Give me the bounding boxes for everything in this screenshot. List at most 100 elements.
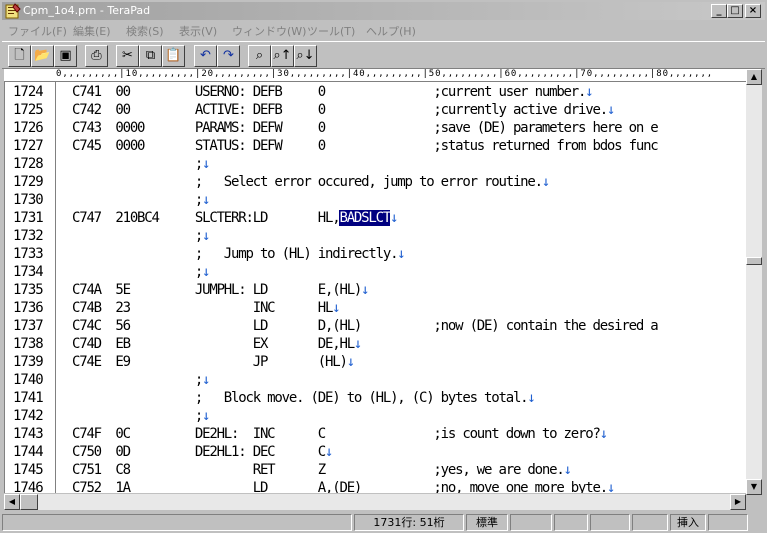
redo-button[interactable]: ↷ bbox=[217, 45, 240, 67]
menu-view[interactable]: 表示(V) bbox=[179, 23, 217, 39]
status-cell-empty-1 bbox=[510, 514, 552, 531]
find-next-button[interactable]: ⌕↓ bbox=[294, 45, 317, 67]
line-number: 1741 bbox=[13, 390, 44, 406]
code-line[interactable]: ; Select error occured, jump to error ro… bbox=[72, 173, 550, 191]
code-line[interactable]: ;↓ bbox=[72, 263, 211, 281]
line-break-icon: ↓ bbox=[202, 372, 210, 388]
print-icon: ⎙ bbox=[91, 48, 102, 63]
vertical-scrollbar[interactable]: ▲ ▼ bbox=[746, 69, 762, 495]
title-bar[interactable]: Cpm_1o4.prn - TeraPad _ □ × bbox=[2, 2, 765, 20]
column-ruler: 0,,,,,,,,,|10,,,,,,,,,|20,,,,,,,,,|30,,,… bbox=[4, 69, 748, 82]
menu-edit[interactable]: 編集(E) bbox=[73, 23, 111, 39]
print-button[interactable]: ⎙ bbox=[85, 45, 108, 67]
status-cell-empty-4 bbox=[632, 514, 668, 531]
menu-search[interactable]: 検索(S) bbox=[126, 23, 164, 39]
selected-text[interactable]: BADSLCT bbox=[339, 210, 391, 226]
code-line[interactable]: C742 00 ACTIVE: DEFB 0 ;currently active… bbox=[72, 101, 615, 119]
menu-bar: ファイル(F) 編集(E) 検索(S) 表示(V) ウィンドウ(W) ツール(T… bbox=[2, 21, 765, 39]
line-number-gutter: 1724 1725 1726 1727 1728 1729 1730 1731 1732 1733… bbox=[5, 82, 56, 493]
code-line[interactable]: C74F 0C DE2HL: INC C ;is count down to z… bbox=[72, 425, 608, 443]
text-editor[interactable]: 1724 1725 1726 1727 1728 1729 1730 1731 1732 1733… bbox=[4, 82, 746, 493]
code-line[interactable]: C741 00 USERNO: DEFB 0 ;current user num… bbox=[72, 83, 594, 101]
minimize-button[interactable]: _ bbox=[711, 4, 727, 18]
save-icon: ▣ bbox=[59, 48, 72, 63]
cut-icon: ✂ bbox=[122, 48, 133, 63]
code-line-text: C747 210BC4 SLCTERR:LD HL, bbox=[72, 210, 341, 226]
new-file-button[interactable]: 🗋 bbox=[8, 45, 31, 67]
horizontal-scrollbar[interactable]: ◀ ▶ bbox=[4, 494, 746, 510]
copy-icon: ⧉ bbox=[145, 48, 156, 63]
code-line-text: ; Select error occured, jump to error ro… bbox=[72, 174, 543, 190]
line-break-icon: ↓ bbox=[599, 426, 608, 442]
line-number: 1738 bbox=[13, 336, 44, 352]
status-cell-empty-3 bbox=[590, 514, 630, 531]
left-arrow-icon: ◀ bbox=[8, 497, 16, 506]
code-line-text: ; Jump to (HL) indirectly. bbox=[72, 246, 399, 262]
scroll-left-button[interactable]: ◀ bbox=[4, 494, 20, 510]
menu-tools[interactable]: ツール(T) bbox=[307, 23, 355, 39]
line-number: 1731 bbox=[13, 210, 44, 226]
code-line[interactable]: ;↓ bbox=[72, 371, 211, 389]
redo-icon: ↷ bbox=[223, 48, 234, 63]
find-prev-button[interactable]: ⌕↑ bbox=[271, 45, 294, 67]
undo-button[interactable]: ↶ bbox=[194, 45, 217, 67]
code-line[interactable]: ;↓ bbox=[72, 191, 211, 209]
menu-window[interactable]: ウィンドウ(W) bbox=[232, 23, 306, 39]
code-line-text: ; bbox=[72, 372, 203, 388]
line-break-icon: ↓ bbox=[361, 282, 369, 298]
line-break-icon: ↓ bbox=[585, 84, 593, 100]
open-folder-icon: 📂 bbox=[34, 48, 51, 63]
close-button[interactable]: × bbox=[745, 4, 761, 18]
code-line[interactable]: C74C 56 LD D,(HL) ;now (DE) contain the … bbox=[72, 317, 659, 335]
code-line[interactable]: C751 C8 RET Z ;yes, we are done.↓ bbox=[72, 461, 572, 479]
code-line[interactable]: ;↓ bbox=[72, 227, 211, 245]
line-break-icon: ↓ bbox=[202, 228, 210, 244]
terapad-app-icon[interactable] bbox=[5, 3, 21, 19]
vertical-scroll-thumb[interactable] bbox=[746, 257, 762, 265]
code-line[interactable]: C750 0D DE2HL1: DEC C↓ bbox=[72, 443, 333, 461]
code-line[interactable]: C74B 23 INC HL↓ bbox=[72, 299, 341, 317]
paste-button[interactable]: 📋 bbox=[162, 45, 185, 67]
code-line-text: ; bbox=[72, 264, 203, 280]
scroll-up-button[interactable]: ▲ bbox=[746, 69, 762, 85]
code-line[interactable]: C74E E9 JP (HL)↓ bbox=[72, 353, 355, 371]
code-line[interactable]: C743 0000 PARAMS: DEFW 0 ;save (DE) para… bbox=[72, 119, 659, 137]
menu-file[interactable]: ファイル(F) bbox=[8, 23, 67, 39]
code-line-text: C751 C8 RET Z ;yes, we are done. bbox=[72, 462, 565, 478]
horizontal-scroll-thumb[interactable] bbox=[20, 494, 38, 510]
line-break-icon: ↓ bbox=[202, 192, 210, 208]
code-line[interactable]: C74D EB EX DE,HL↓ bbox=[72, 335, 362, 353]
maximize-button[interactable]: □ bbox=[727, 4, 743, 18]
code-line[interactable]: C747 210BC4 SLCTERR:LD HL,BADSLCT↓ bbox=[72, 209, 399, 227]
status-bar: 1731行: 51桁 標準 挿入 bbox=[0, 512, 767, 533]
find-next-icon: ⌕↓ bbox=[296, 48, 315, 63]
line-number: 1724 bbox=[13, 84, 44, 100]
code-line[interactable]: ; Jump to (HL) indirectly.↓ bbox=[72, 245, 406, 263]
cut-button[interactable]: ✂ bbox=[116, 45, 139, 67]
line-number: 1743 bbox=[13, 426, 44, 442]
code-line[interactable]: C74A 5E JUMPHL: LD E,(HL)↓ bbox=[72, 281, 370, 299]
scroll-right-button[interactable]: ▶ bbox=[730, 494, 746, 510]
code-line-text: ; Block move. (DE) to (HL), (C) bytes to… bbox=[72, 390, 529, 406]
line-break-icon: ↓ bbox=[606, 102, 615, 118]
line-break-icon: ↓ bbox=[527, 390, 535, 406]
code-line-text: ; bbox=[72, 228, 203, 244]
minimize-icon: _ bbox=[716, 5, 722, 16]
code-line-text: C745 0000 STATUS: DEFW 0 ;status returne… bbox=[72, 138, 659, 154]
find-prev-icon: ⌕↑ bbox=[273, 48, 292, 63]
code-line[interactable]: C752 1A LD A,(DE) ;no, move one more byt… bbox=[72, 479, 615, 493]
copy-button[interactable]: ⧉ bbox=[139, 45, 162, 67]
scroll-down-button[interactable]: ▼ bbox=[746, 479, 762, 495]
code-line[interactable]: ; Block move. (DE) to (HL), (C) bytes to… bbox=[72, 389, 536, 407]
code-line-text: C750 0D DE2HL1: DEC C bbox=[72, 444, 326, 460]
line-number: 1728 bbox=[13, 156, 44, 172]
line-number: 1734 bbox=[13, 264, 44, 280]
code-line[interactable]: ;↓ bbox=[72, 155, 211, 173]
code-line[interactable]: C745 0000 STATUS: DEFW 0 ;status returne… bbox=[72, 137, 659, 155]
open-button[interactable]: 📂 bbox=[31, 45, 54, 67]
save-button[interactable]: ▣ bbox=[54, 45, 77, 67]
find-button[interactable]: ⌕ bbox=[248, 45, 271, 67]
line-break-icon: ↓ bbox=[353, 336, 362, 352]
code-line[interactable]: ;↓ bbox=[72, 407, 211, 425]
menu-help[interactable]: ヘルプ(H) bbox=[366, 23, 416, 39]
